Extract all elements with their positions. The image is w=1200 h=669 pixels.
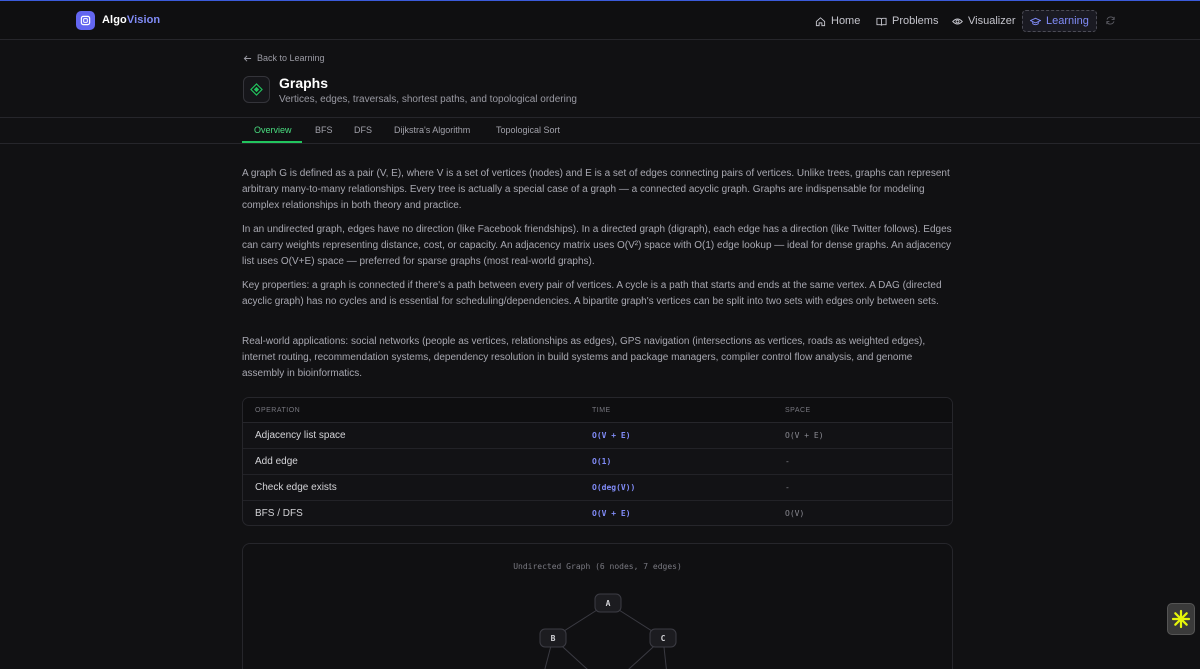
- top-nav: AlgoVision Home Problems Visualizer Lear…: [0, 0, 1200, 40]
- brand-name[interactable]: AlgoVision: [102, 14, 160, 26]
- node-label: C: [661, 634, 666, 643]
- cell-space: -: [785, 457, 790, 466]
- cell-time: O(V + E): [592, 509, 631, 518]
- node-label: B: [551, 634, 556, 643]
- sparkle-icon: [1171, 609, 1191, 629]
- paragraph-properties: Key properties: a graph is connected if …: [242, 280, 942, 307]
- paragraph-directed: In an undirected graph, edges have no di…: [242, 224, 952, 267]
- page-title: Graphs: [279, 75, 329, 91]
- paragraph-definition: A graph G is defined as a pair (V, E), w…: [242, 168, 950, 211]
- brand-part-2: Vision: [126, 14, 161, 26]
- table-row: Add edge O(1) -: [243, 449, 952, 475]
- cell-space: O(V): [785, 509, 805, 518]
- nav-problems[interactable]: Problems: [869, 10, 945, 32]
- back-label: Back to Learning: [257, 53, 325, 63]
- cell-time: O(1): [592, 457, 612, 466]
- nav-learning[interactable]: Learning: [1022, 10, 1097, 32]
- cell-operation: Check edge exists: [255, 482, 337, 493]
- table-header: OPERATION TIME SPACE: [243, 398, 952, 423]
- refresh-icon[interactable]: [1105, 15, 1116, 26]
- cell-operation: Adjacency list space: [255, 430, 346, 441]
- graph-node-b[interactable]: B: [539, 628, 567, 648]
- header-space: SPACE: [785, 407, 811, 414]
- tab-dijkstra[interactable]: Dijkstra's Algorithm: [394, 125, 470, 143]
- cell-operation: BFS / DFS: [255, 508, 303, 519]
- cell-operation: Add edge: [255, 456, 298, 467]
- home-icon: [815, 16, 826, 26]
- brand-part-1: Algo: [102, 14, 127, 26]
- paragraph-applications: Real-world applications: social networks…: [242, 336, 926, 379]
- page-subtitle: Vertices, edges, traversals, shortest pa…: [279, 94, 577, 105]
- header-operation: OPERATION: [255, 407, 301, 414]
- header-divider: [0, 117, 1200, 118]
- table-row: Adjacency list space O(V + E) O(V + E): [243, 423, 952, 449]
- node-label: A: [606, 599, 611, 608]
- tab-dfs[interactable]: DFS: [354, 125, 372, 143]
- cell-time: O(V + E): [592, 431, 631, 440]
- topic-icon: [243, 76, 270, 103]
- tab-topological-sort[interactable]: Topological Sort: [496, 125, 560, 143]
- assistant-widget-button[interactable]: [1167, 603, 1195, 635]
- graph-visualization: Undirected Graph (6 nodes, 7 edges) A B …: [242, 543, 953, 669]
- tabs-divider: [0, 143, 1200, 144]
- complexity-table: OPERATION TIME SPACE Adjacency list spac…: [242, 397, 953, 526]
- logo-icon[interactable]: [76, 11, 95, 30]
- graph-canvas: A B C: [539, 593, 677, 669]
- diamond-icon: [250, 83, 263, 96]
- graduation-cap-icon: [1030, 17, 1041, 25]
- nav-home[interactable]: Home: [808, 10, 867, 32]
- nav-learning-label: Learning: [1046, 15, 1089, 27]
- nav-visualizer-label: Visualizer: [968, 15, 1016, 27]
- book-icon: [876, 17, 887, 26]
- nav-home-label: Home: [831, 15, 861, 27]
- arrow-left-icon: [243, 54, 252, 62]
- table-row: Check edge exists O(deg(V)) -: [243, 475, 952, 501]
- eye-icon: [952, 18, 963, 24]
- graph-node-a[interactable]: A: [594, 593, 622, 613]
- nav-problems-label: Problems: [892, 15, 939, 27]
- nav-visualizer[interactable]: Visualizer: [945, 10, 1023, 32]
- back-to-learning-link[interactable]: Back to Learning: [243, 53, 325, 63]
- cell-space: -: [785, 483, 790, 492]
- tab-bfs[interactable]: BFS: [315, 125, 333, 143]
- cell-time: O(deg(V)): [592, 483, 636, 492]
- graph-node-c[interactable]: C: [649, 628, 677, 648]
- cell-space: O(V + E): [785, 431, 824, 440]
- table-row: BFS / DFS O(V + E) O(V): [243, 501, 952, 525]
- header-time: TIME: [592, 407, 611, 414]
